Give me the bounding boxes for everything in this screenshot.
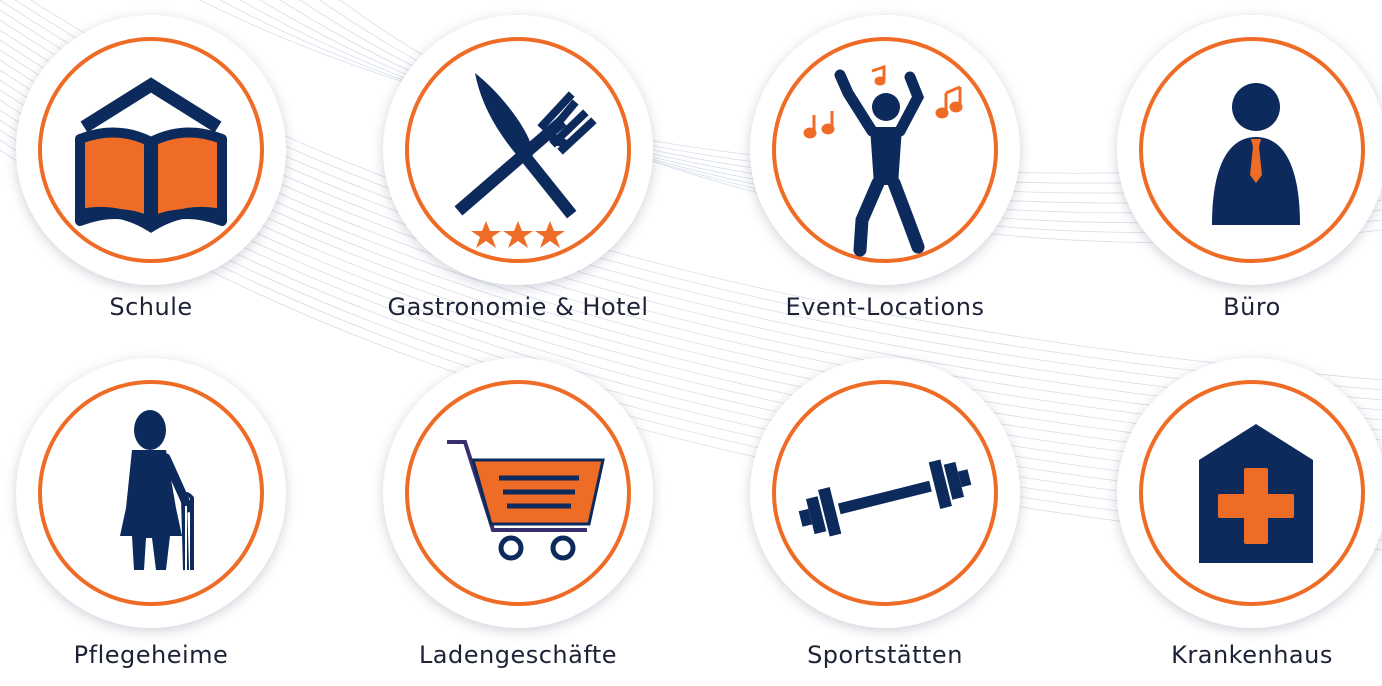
school-badge [16, 15, 286, 285]
sports-badge [750, 358, 1020, 628]
category-label: Schule [109, 293, 193, 321]
category-label: Sportstätten [807, 641, 963, 669]
event-badge [750, 15, 1020, 285]
category-label: Event-Locations [785, 293, 985, 321]
office-badge [1117, 15, 1382, 285]
hospital-badge [1117, 358, 1382, 628]
shopping-cart-icon [447, 440, 605, 561]
care-badge [16, 358, 286, 628]
category-label: Krankenhaus [1171, 641, 1333, 669]
dumbbell-icon [798, 459, 972, 537]
dancing-person-icon [803, 64, 963, 257]
category-label: Ladengeschäfte [418, 641, 618, 669]
category-label: Büro [1223, 293, 1281, 321]
elderly-person-icon [120, 410, 194, 571]
restaurant-cutlery-icon [454, 73, 597, 248]
school-book-icon [74, 77, 228, 233]
gastronomy-badge [383, 15, 653, 285]
hospital-cross-icon [1199, 424, 1313, 563]
shops-badge [383, 358, 653, 628]
category-label: Gastronomie & Hotel [387, 293, 649, 321]
category-label: Pflegeheime [73, 641, 229, 669]
office-person-icon [1212, 83, 1300, 225]
